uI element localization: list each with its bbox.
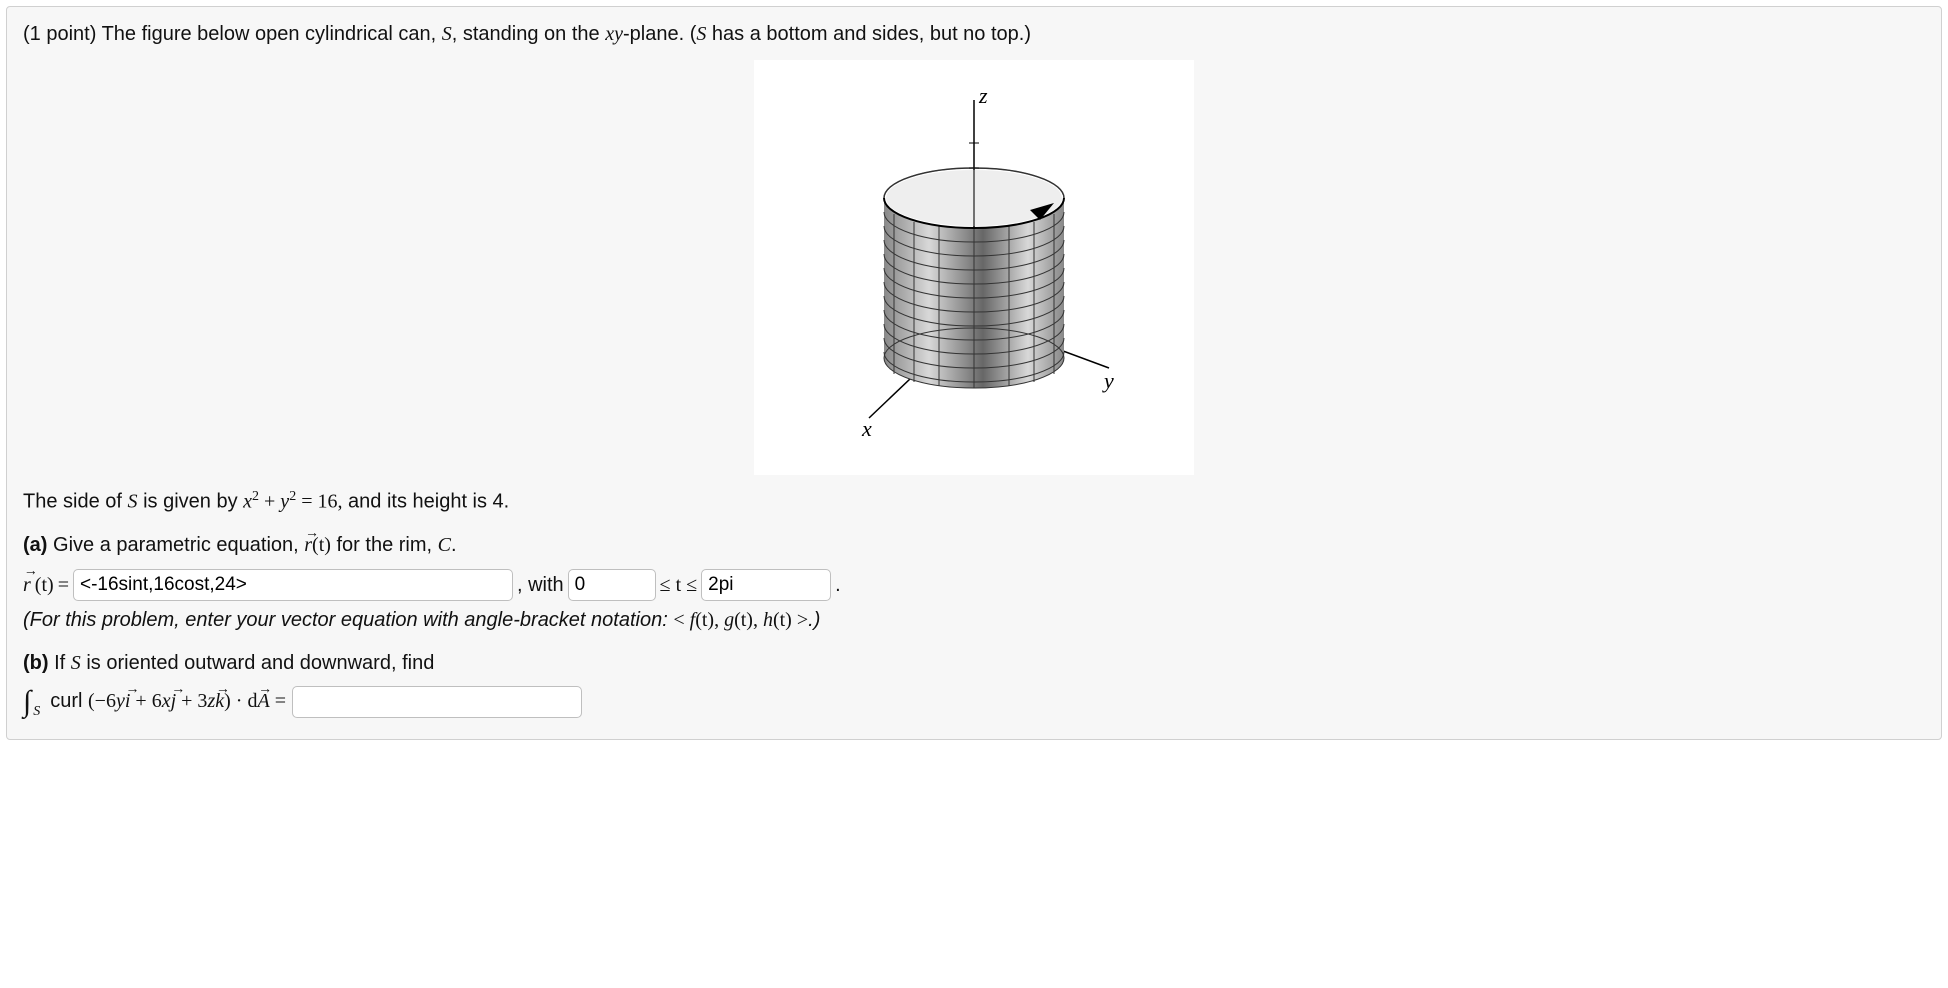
curl-answer-input[interactable] bbox=[292, 686, 582, 718]
side-description: The side of S is given by x2 + y2 = 16, … bbox=[23, 489, 1925, 514]
problem-statement: (1 point) The figure below open cylindri… bbox=[23, 21, 1925, 48]
vec-r: →r bbox=[304, 534, 312, 557]
part-b: (b) If S is oriented outward and downwar… bbox=[23, 652, 1925, 675]
j-hat: →j bbox=[171, 690, 177, 713]
integral-subscript: S bbox=[33, 704, 40, 720]
part-a-inputs: →r(t) = , with ≤ t ≤ . bbox=[23, 567, 1925, 603]
rt-input[interactable] bbox=[73, 569, 513, 601]
t-upper-input[interactable] bbox=[701, 569, 831, 601]
part-b-integral: ∫S curl (−6y→i + 6x→j + 3z→k) · d→A = bbox=[23, 685, 1925, 719]
leq-t-leq: ≤ t ≤ bbox=[660, 567, 698, 603]
part-a: (a) Give a parametric equation, →r(t) fo… bbox=[23, 534, 1925, 557]
var-S: S bbox=[442, 23, 452, 45]
cylinder-figure: z x y bbox=[814, 88, 1134, 448]
axis-z-label: z bbox=[978, 88, 988, 108]
k-hat: →k bbox=[215, 690, 224, 713]
problem-container: (1 point) The figure below open cylindri… bbox=[6, 6, 1942, 740]
axis-y-label: y bbox=[1102, 368, 1114, 393]
figure-box: z x y bbox=[754, 60, 1194, 475]
curl-label: curl bbox=[50, 690, 88, 712]
part-b-label: (b) bbox=[23, 652, 49, 674]
var-xy: xy bbox=[605, 23, 623, 45]
dA-label: d→A bbox=[247, 690, 269, 712]
var-C: C bbox=[438, 534, 451, 556]
t-lower-input[interactable] bbox=[568, 569, 656, 601]
points-label: (1 point) bbox=[23, 23, 96, 45]
part-a-label: (a) bbox=[23, 534, 47, 556]
integral-symbol: ∫ bbox=[23, 685, 31, 719]
figure-wrapper: z x y bbox=[23, 60, 1925, 475]
i-hat: →i bbox=[125, 690, 131, 713]
axis-x-label: x bbox=[861, 416, 872, 441]
vector-notation-note: (For this problem, enter your vector equ… bbox=[23, 609, 1925, 632]
